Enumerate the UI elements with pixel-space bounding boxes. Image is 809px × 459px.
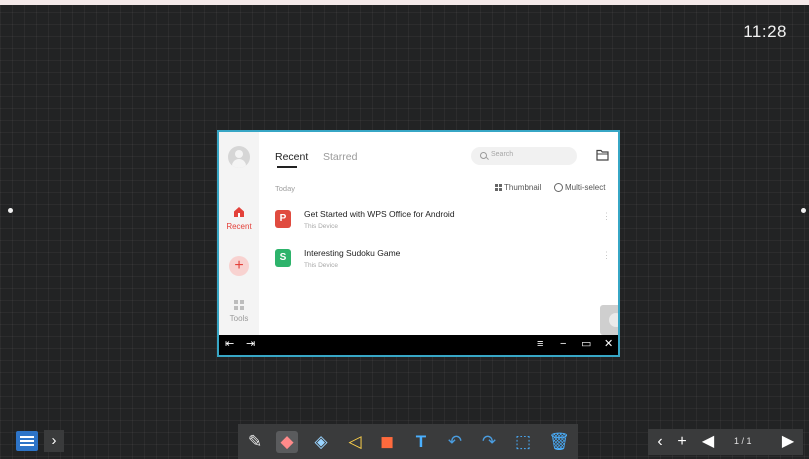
fullscreen-icon[interactable]: ▭: [581, 338, 591, 351]
selection-cursor-icon[interactable]: ⬚: [512, 431, 534, 453]
tab-starred[interactable]: Starred: [323, 151, 357, 163]
left-edge-handle[interactable]: [8, 208, 13, 213]
sidebar-item-label: Tools: [229, 314, 249, 323]
right-edge-handle[interactable]: [801, 208, 806, 213]
redo-icon[interactable]: ↷: [478, 431, 500, 453]
presentation-file-icon: P: [275, 210, 291, 228]
floating-action-button[interactable]: [600, 305, 618, 335]
thumbnail-toggle[interactable]: Thumbnail: [495, 183, 541, 192]
sidebar-item-label: Recent: [226, 222, 252, 231]
drawing-toolbar: ✎ ◆ ◈ ◁ ◼ T ↶ ↷ ⬚ 🗑: [238, 424, 578, 459]
section-label: Today: [275, 184, 296, 193]
more-options-icon[interactable]: ⋮: [602, 251, 611, 260]
undo-icon[interactable]: ↶: [444, 431, 466, 453]
file-location: This Device: [304, 262, 338, 269]
home-icon: [234, 207, 244, 217]
wps-office-window: Recent + Tools Recent Starred Search Tod…: [217, 130, 620, 357]
avatar[interactable]: [228, 146, 250, 168]
clear-eraser-icon[interactable]: ◈: [310, 431, 332, 453]
sidebar-item-tools[interactable]: Tools: [219, 298, 259, 328]
search-icon: [480, 152, 487, 159]
add-button[interactable]: +: [229, 256, 249, 276]
menu-list-button[interactable]: [16, 431, 38, 451]
tab-recent[interactable]: Recent: [275, 151, 308, 168]
spreadsheet-file-icon: S: [275, 249, 291, 267]
thumbnail-icon: [495, 184, 502, 191]
top-strip: [0, 0, 809, 5]
chevron-right-icon[interactable]: ›: [44, 430, 64, 452]
text-icon[interactable]: T: [410, 431, 432, 453]
pen-icon[interactable]: ✎: [244, 431, 266, 453]
file-name: Get Started with WPS Office for Android: [304, 209, 455, 219]
menu-icon[interactable]: ≡: [537, 338, 543, 351]
minimize-icon[interactable]: −: [560, 338, 566, 351]
search-placeholder: Search: [491, 151, 514, 158]
delete-icon[interactable]: 🗑: [548, 431, 570, 453]
page-navigation: ‹ + ◀ 1 / 1 ▶: [648, 429, 803, 455]
page-indicator: 1 / 1: [734, 436, 752, 446]
clock: 11:28: [743, 22, 787, 41]
file-list-item[interactable]: P Get Started with WPS Office for Androi…: [275, 208, 611, 236]
file-location: This Device: [304, 223, 338, 230]
check-circle-icon: [554, 183, 563, 192]
color-shapes-icon[interactable]: ◼: [376, 431, 398, 453]
multi-select-toggle[interactable]: Multi-select: [554, 183, 605, 192]
eraser-icon[interactable]: ◆: [276, 431, 298, 453]
sidebar: Recent + Tools: [219, 132, 259, 335]
next-page-icon[interactable]: ▶: [778, 431, 798, 453]
close-icon[interactable]: ✕: [604, 338, 613, 351]
grid-icon: [234, 300, 245, 311]
folder-icon[interactable]: [596, 149, 609, 161]
expand-right-icon[interactable]: ⇥: [246, 338, 255, 351]
search-input[interactable]: Search: [471, 147, 577, 165]
window-control-bar: ⇤ ⇥ ≡ − ▭ ✕: [219, 335, 618, 355]
previous-page-icon[interactable]: ◀: [698, 431, 718, 453]
sidebar-item-recent[interactable]: Recent: [219, 202, 259, 238]
select-shape-icon[interactable]: ◁: [344, 431, 366, 453]
multi-select-label: Multi-select: [565, 183, 606, 192]
add-page-icon[interactable]: +: [672, 431, 692, 453]
file-list-item[interactable]: S Interesting Sudoku Game This Device ⋮: [275, 247, 611, 275]
file-browser: Recent Starred Search Today Thumbnail Mu…: [259, 132, 618, 335]
file-name: Interesting Sudoku Game: [304, 248, 401, 258]
more-options-icon[interactable]: ⋮: [602, 212, 611, 221]
chevron-left-icon[interactable]: ‹: [650, 431, 670, 453]
collapse-left-icon[interactable]: ⇤: [225, 338, 234, 351]
thumbnail-label: Thumbnail: [504, 183, 542, 192]
